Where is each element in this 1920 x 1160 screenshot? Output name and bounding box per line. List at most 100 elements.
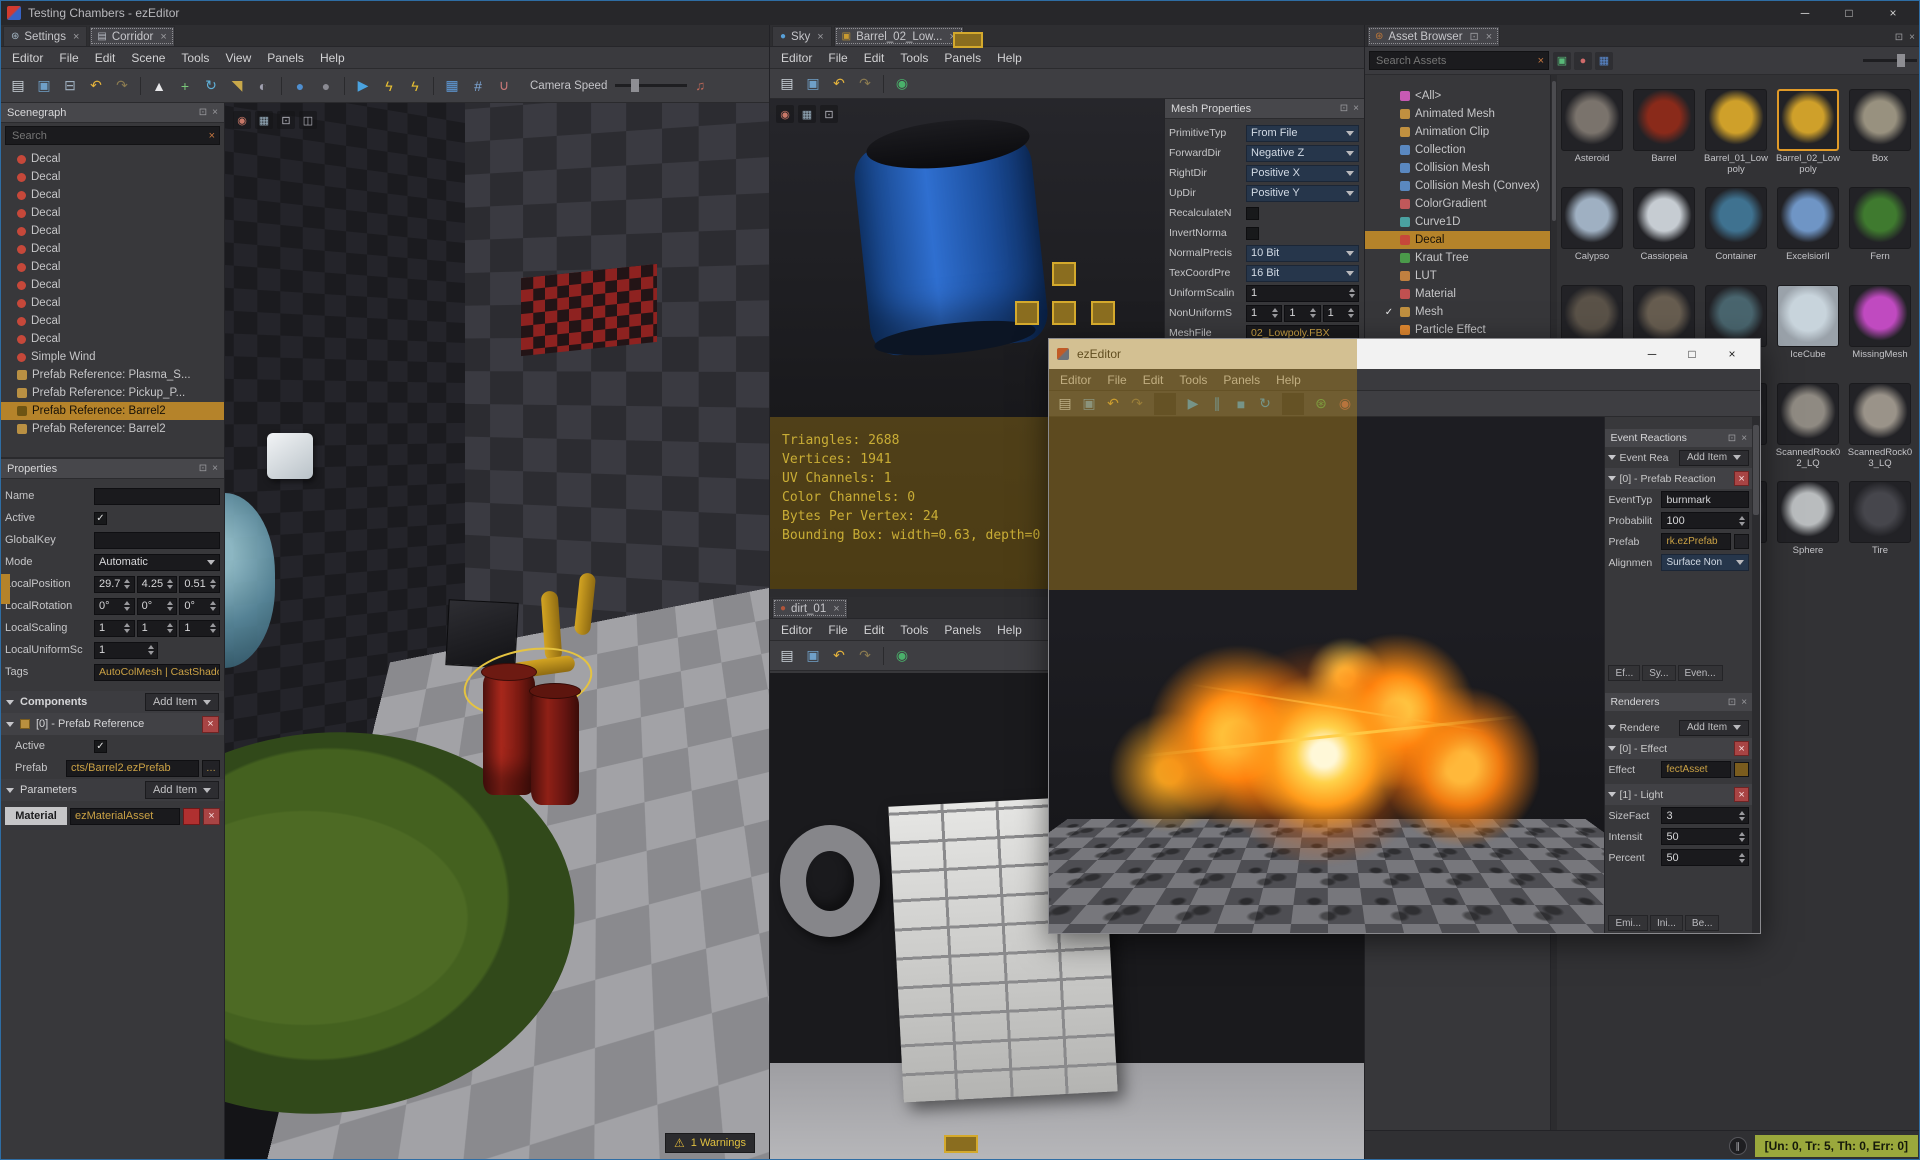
- clear-search-icon[interactable]: ×: [209, 130, 215, 142]
- menu-item[interactable]: Tools: [892, 49, 936, 67]
- float-panel-icon[interactable]: ⊡: [1470, 30, 1479, 43]
- asset-type-item[interactable]: Collision Mesh (Convex): [1365, 177, 1550, 195]
- menu-item[interactable]: Edit: [856, 49, 893, 67]
- dock-target-right[interactable]: [1091, 301, 1115, 325]
- close-panel-icon[interactable]: ×: [1353, 103, 1359, 114]
- close-panel-icon[interactable]: ×: [212, 463, 218, 474]
- rotation-x-spinner[interactable]: 0°: [94, 597, 135, 615]
- material-asset-field[interactable]: ezMaterialAsset: [70, 807, 180, 825]
- asset-thumbnail[interactable]: Tire: [1845, 481, 1915, 579]
- browse-prefab-button[interactable]: …: [202, 759, 220, 777]
- menu-item[interactable]: File: [820, 49, 855, 67]
- scaling-y-spinner[interactable]: 1: [136, 619, 178, 637]
- new-document-icon[interactable]: ▤: [775, 644, 799, 668]
- redo-icon[interactable]: ↷: [853, 644, 877, 668]
- float-panel-icon[interactable]: ⊡: [1340, 103, 1348, 114]
- type-check-icon[interactable]: ✓: [1383, 307, 1395, 318]
- camera-speed-slider[interactable]: [615, 79, 688, 92]
- scenegraph-item[interactable]: Decal: [1, 240, 224, 258]
- scaling-z-spinner[interactable]: 1: [179, 619, 221, 637]
- simulate-fast-icon[interactable]: ϟ: [403, 74, 427, 98]
- menu-item[interactable]: Editor: [773, 621, 820, 639]
- component-group-header[interactable]: [0] - Prefab Reference ×: [1, 713, 224, 735]
- play-icon[interactable]: ▶: [1182, 393, 1204, 415]
- scenegraph-item[interactable]: Decal: [1, 330, 224, 348]
- position-y-spinner[interactable]: 4.25: [136, 575, 178, 593]
- asset-type-item[interactable]: Decal: [1365, 231, 1550, 249]
- scenegraph-item[interactable]: Decal: [1, 222, 224, 240]
- scenegraph-item[interactable]: Decal: [1, 186, 224, 204]
- grid-toggle-icon[interactable]: ▦: [440, 74, 464, 98]
- rotate-gizmo-icon[interactable]: ↻: [199, 74, 223, 98]
- remove-reaction-button[interactable]: ×: [1734, 471, 1750, 486]
- split-view-icon[interactable]: ◫: [299, 111, 317, 129]
- scenegraph-item[interactable]: Prefab Reference: Pickup_P...: [1, 384, 224, 402]
- asset-type-item[interactable]: <All>: [1365, 87, 1550, 105]
- maximize-button[interactable]: □: [1672, 339, 1712, 369]
- particle-viewport[interactable]: [1049, 417, 1605, 933]
- play-icon[interactable]: ▶: [351, 74, 375, 98]
- dock-target-center[interactable]: [1052, 301, 1076, 325]
- open-document-icon[interactable]: ▣: [1078, 393, 1100, 415]
- thumbnail-size-slider[interactable]: [1863, 54, 1917, 67]
- primitive-type-select[interactable]: From File: [1246, 124, 1359, 142]
- scenegraph-item[interactable]: Decal: [1, 150, 224, 168]
- size-factor-spinner[interactable]: 3: [1661, 807, 1750, 824]
- scenegraph-item[interactable]: Prefab Reference: Plasma_S...: [1, 366, 224, 384]
- tab-close-icon[interactable]: ×: [73, 31, 79, 43]
- mode-select[interactable]: Automatic: [94, 553, 220, 571]
- tab-close-icon[interactable]: ×: [1486, 31, 1492, 43]
- white-cube[interactable]: [267, 433, 313, 479]
- menu-item[interactable]: Help: [1268, 371, 1309, 389]
- right-dir-select[interactable]: Positive X: [1246, 164, 1359, 182]
- menu-item[interactable]: Panels: [936, 621, 989, 639]
- position-z-spinner[interactable]: 0.51: [179, 575, 221, 593]
- camera-icon[interactable]: ◉: [233, 111, 251, 129]
- magnet-icon[interactable]: ∪: [492, 74, 516, 98]
- filter-textures-icon[interactable]: ▦: [1595, 51, 1613, 70]
- red-barrel[interactable]: [531, 691, 579, 805]
- snap-toggle-icon[interactable]: #: [466, 74, 490, 98]
- open-document-icon[interactable]: ▣: [801, 72, 825, 96]
- menu-item[interactable]: Editor: [773, 49, 820, 67]
- recalculate-normals-checkbox[interactable]: [1246, 206, 1259, 220]
- dock-target-bottom[interactable]: [944, 1135, 978, 1153]
- tab-close-icon[interactable]: ×: [817, 31, 823, 43]
- close-panel-icon[interactable]: ×: [1909, 32, 1915, 43]
- scenegraph-search-input[interactable]: [10, 128, 209, 143]
- scenegraph-item[interactable]: Decal: [1, 294, 224, 312]
- asset-thumbnail[interactable]: Asteroid: [1557, 89, 1627, 187]
- new-document-icon[interactable]: ▤: [6, 74, 30, 98]
- rotation-z-spinner[interactable]: 0°: [179, 597, 221, 615]
- scenegraph-item[interactable]: Decal: [1, 258, 224, 276]
- scaling-x-spinner[interactable]: 1: [94, 619, 135, 637]
- up-dir-select[interactable]: Positive Y: [1246, 184, 1359, 202]
- asset-thumbnail[interactable]: ExcelsiorII: [1773, 187, 1843, 285]
- clear-search-icon[interactable]: ×: [1538, 55, 1544, 67]
- menu-item[interactable]: Panels: [936, 49, 989, 67]
- maximize-button[interactable]: □: [1827, 1, 1871, 25]
- normal-precision-select[interactable]: 10 Bit: [1246, 244, 1359, 262]
- scale-gizmo-icon[interactable]: ◥: [225, 74, 249, 98]
- scenegraph-item[interactable]: Prefab Reference: Barrel2: [1, 402, 224, 420]
- menu-item[interactable]: File: [51, 49, 86, 67]
- menu-item[interactable]: Tools: [892, 621, 936, 639]
- scenegraph-item[interactable]: Decal: [1, 276, 224, 294]
- save-icon[interactable]: ⊟: [58, 74, 82, 98]
- forward-dir-select[interactable]: Negative Z: [1246, 144, 1359, 162]
- translate-gizmo-icon[interactable]: +: [173, 74, 197, 98]
- asset-thumbnail[interactable]: Fern: [1845, 187, 1915, 285]
- dock-target-left[interactable]: [1015, 301, 1039, 325]
- new-document-icon[interactable]: ▤: [775, 72, 799, 96]
- redo-icon[interactable]: ↷: [110, 74, 134, 98]
- redo-icon[interactable]: ↷: [1126, 393, 1148, 415]
- asset-type-item[interactable]: Animation Clip: [1365, 123, 1550, 141]
- close-panel-icon[interactable]: ×: [1741, 433, 1747, 444]
- open-document-icon[interactable]: ▣: [801, 644, 825, 668]
- particle-window-titlebar[interactable]: ezEditor ─ □ ×: [1049, 339, 1760, 369]
- scenegraph-item[interactable]: Prefab Reference: Barrel2: [1, 420, 224, 438]
- menu-item[interactable]: Edit: [1135, 371, 1172, 389]
- scenegraph-item[interactable]: Decal: [1, 168, 224, 186]
- menu-item[interactable]: Scene: [123, 49, 173, 67]
- asset-thumbnail[interactable]: Barrel_01_Lowpoly: [1701, 89, 1771, 187]
